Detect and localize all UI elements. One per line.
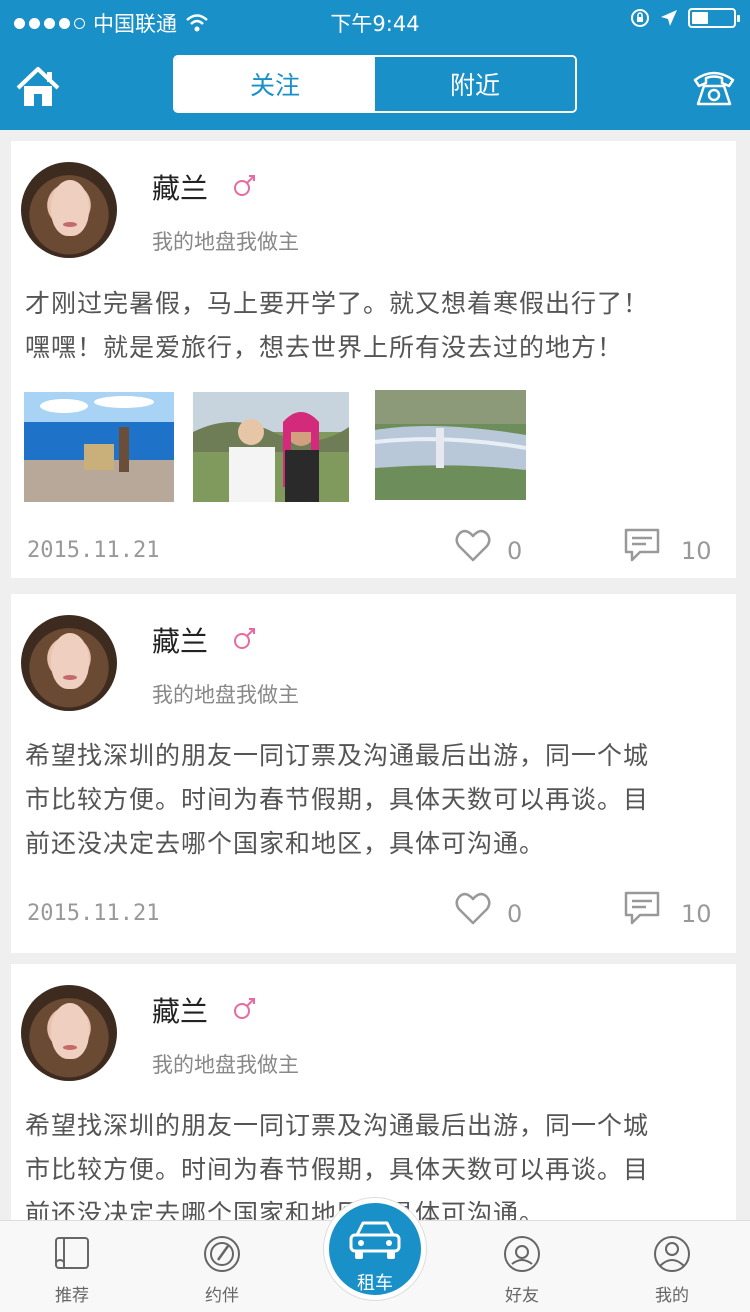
post-card[interactable]: 藏兰 我的地盘我做主 希望找深圳的朋友一同订票及沟通最后出游，同一个城 市比较方… bbox=[11, 594, 736, 953]
female-symbol-icon bbox=[234, 175, 255, 196]
status-bar: 中国联通 下午9:44 bbox=[0, 0, 750, 40]
comment-count: 10 bbox=[681, 537, 712, 565]
lake-yak-photo[interactable] bbox=[24, 392, 174, 502]
post-content-line: 市比较方便。时间为春节假期，具体天数可以再谈。目 bbox=[25, 1155, 650, 1184]
tab-mine[interactable]: 我的 bbox=[622, 1221, 722, 1312]
post-card[interactable]: 藏兰 我的地盘我做主 希望找深圳的朋友一同订票及沟通最后出游，同一个城 市比较方… bbox=[11, 964, 736, 1228]
user-icon bbox=[654, 1236, 690, 1272]
post-content: 希望找深圳的朋友一同订票及沟通最后出游，同一个城 市比较方便。时间为春节假期，具… bbox=[25, 734, 725, 866]
battery-icon bbox=[688, 8, 740, 28]
heart-icon[interactable] bbox=[455, 529, 491, 563]
like-count: 0 bbox=[507, 900, 523, 928]
tab-label: 推荐 bbox=[55, 1286, 89, 1306]
tab-friends[interactable]: 好友 bbox=[472, 1221, 572, 1312]
book-icon bbox=[55, 1237, 89, 1269]
post-content-line: 嘿嘿！就是爱旅行，想去世界上所有没去过的地方！ bbox=[25, 333, 624, 362]
heart-icon[interactable] bbox=[455, 892, 491, 926]
post-date: 2015.11.21 bbox=[27, 538, 160, 563]
comment-icon[interactable] bbox=[624, 891, 660, 925]
post-content-line: 市比较方便。时间为春节假期，具体天数可以再谈。目 bbox=[25, 785, 650, 814]
post-content-line: 前还没决定去哪个国家和地区，具体可沟通。 bbox=[25, 829, 546, 858]
post-signature: 我的地盘我做主 bbox=[152, 1053, 299, 1077]
river-photo[interactable] bbox=[375, 390, 526, 500]
tab-companion[interactable]: 约伴 bbox=[172, 1221, 272, 1312]
post-content: 才刚过完暑假，马上要开学了。就又想着寒假出行了！ 嘿嘿！就是爱旅行，想去世界上所… bbox=[25, 282, 725, 370]
post-username[interactable]: 藏兰 bbox=[152, 990, 208, 1030]
two-women-photo[interactable] bbox=[193, 392, 349, 502]
like-count: 0 bbox=[507, 537, 523, 565]
female-symbol-icon bbox=[234, 628, 255, 649]
orientation-lock-icon bbox=[631, 9, 649, 27]
tab-label: 好友 bbox=[505, 1286, 539, 1306]
tab-nearby[interactable]: 附近 bbox=[375, 57, 575, 111]
home-icon[interactable] bbox=[16, 66, 60, 108]
comment-count: 10 bbox=[681, 900, 712, 928]
app-header: 中国联通 下午9:44 关注 附近 bbox=[0, 0, 750, 130]
post-signature: 我的地盘我做主 bbox=[152, 683, 299, 707]
post-content-line: 希望找深圳的朋友一同订票及沟通最后出游，同一个城 bbox=[25, 741, 650, 770]
avatar[interactable] bbox=[21, 985, 117, 1081]
post-username[interactable]: 藏兰 bbox=[152, 167, 208, 207]
post-card[interactable]: 藏兰 我的地盘我做主 才刚过完暑假，马上要开学了。就又想着寒假出行了！ 嘿嘿！就… bbox=[11, 141, 736, 578]
post-signature: 我的地盘我做主 bbox=[152, 230, 299, 254]
compass-icon bbox=[204, 1236, 240, 1272]
tab-rent-car[interactable]: 租车 bbox=[324, 1198, 426, 1300]
tab-label: 约伴 bbox=[205, 1286, 239, 1306]
comment-icon[interactable] bbox=[624, 528, 660, 562]
location-arrow-icon bbox=[661, 10, 677, 26]
tab-label: 我的 bbox=[655, 1286, 689, 1306]
tab-recommend[interactable]: 推荐 bbox=[22, 1221, 122, 1312]
avatar[interactable] bbox=[21, 615, 117, 711]
avatar[interactable] bbox=[21, 162, 117, 258]
friends-icon bbox=[504, 1236, 540, 1272]
post-content-line: 才刚过完暑假，马上要开学了。就又想着寒假出行了！ bbox=[25, 289, 650, 318]
post-content-line: 希望找深圳的朋友一同订票及沟通最后出游，同一个城 bbox=[25, 1111, 650, 1140]
post-date: 2015.11.21 bbox=[27, 901, 160, 926]
tab-label: 租车 bbox=[357, 1273, 393, 1294]
female-symbol-icon bbox=[234, 998, 255, 1019]
tab-following[interactable]: 关注 bbox=[175, 57, 375, 111]
feed-tab-switch: 关注 附近 bbox=[173, 55, 577, 113]
car-icon bbox=[349, 1221, 401, 1259]
telephone-icon[interactable] bbox=[692, 64, 736, 108]
post-username[interactable]: 藏兰 bbox=[152, 620, 208, 660]
